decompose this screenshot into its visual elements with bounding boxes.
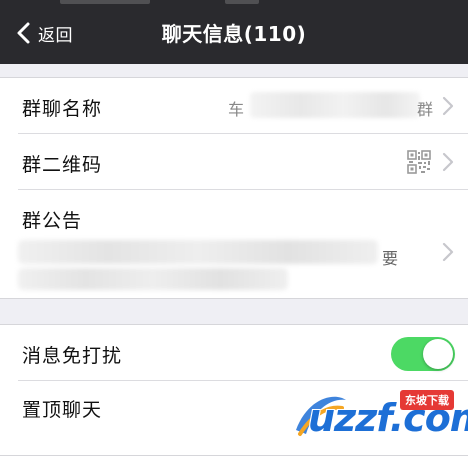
mute-notifications-toggle[interactable]	[391, 337, 455, 371]
status-bar	[0, 0, 468, 10]
group-qr-label: 群二维码	[22, 154, 103, 176]
navigation-bar: 返回 聊天信息(110)	[0, 0, 468, 64]
redacted-group-name	[250, 92, 420, 118]
qr-code-icon	[407, 150, 431, 174]
group-notice-row[interactable]: 群公告 要	[0, 190, 468, 298]
pin-chat-label: 置顶聊天	[22, 399, 103, 421]
group-name-value-start: 车	[228, 100, 245, 119]
page-title: 聊天信息(110)	[161, 22, 307, 46]
chevron-right-icon	[442, 152, 454, 172]
group-name-row[interactable]: 群聊名称 车 群	[0, 78, 468, 134]
watermark-badge: 东坡下载	[400, 390, 454, 410]
group-qr-row[interactable]: 群二维码	[0, 134, 468, 190]
redacted-text-line	[18, 268, 288, 290]
toggle-knob	[423, 339, 453, 369]
group-name-value-end: 群	[417, 100, 434, 119]
redacted-text-line	[18, 240, 378, 264]
mute-notifications-label: 消息免打扰	[22, 345, 123, 367]
status-bar-fragment	[60, 0, 150, 4]
status-bar-fragment	[225, 0, 259, 4]
group-notice-label: 群公告	[22, 210, 83, 232]
chevron-right-icon	[442, 242, 454, 262]
mute-notifications-row: 消息免打扰	[0, 325, 468, 381]
group-name-label: 群聊名称	[22, 98, 103, 120]
redacted-notice-preview	[18, 240, 388, 290]
chevron-right-icon	[442, 96, 454, 116]
chat-settings-group: 群聊名称 车 群 群二维码 群公告 要	[0, 77, 468, 299]
site-watermark: uzzf.com 东坡下载	[290, 386, 468, 442]
notice-preview-tail: 要	[382, 249, 399, 268]
